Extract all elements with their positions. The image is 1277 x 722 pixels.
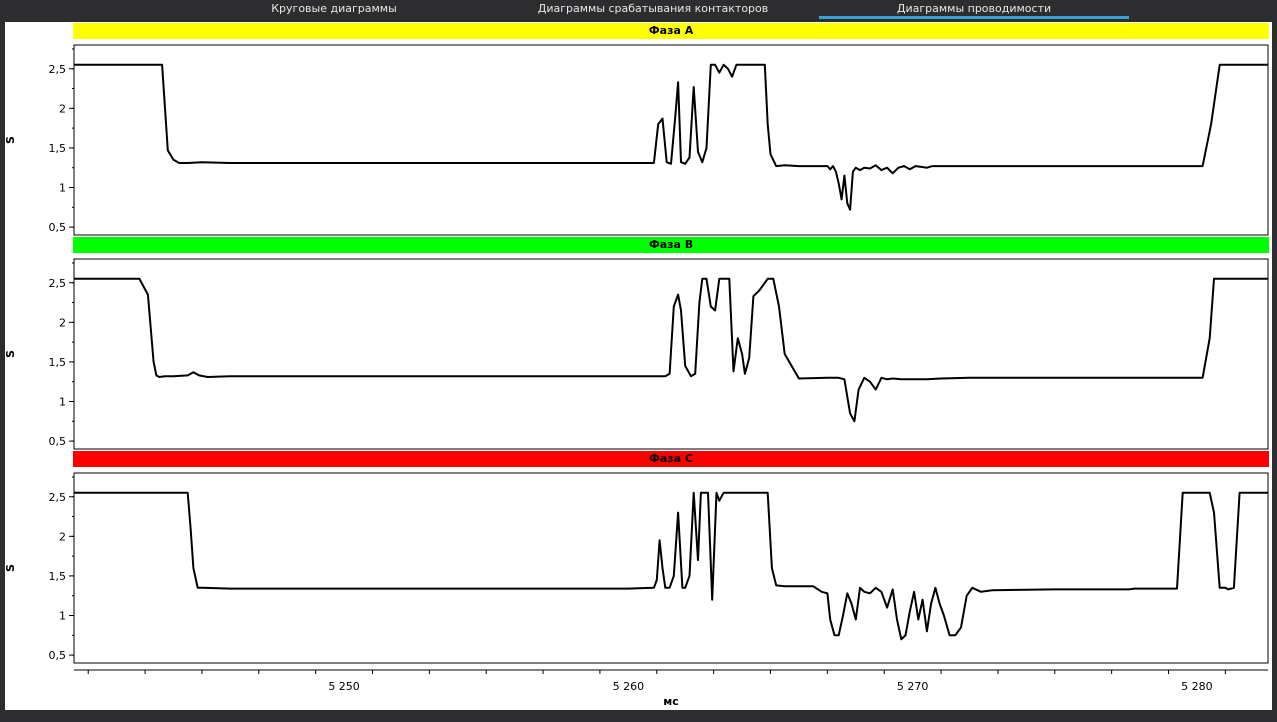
x-tick-label: 5 270 (897, 680, 929, 693)
conductivity-chart-panel: Фаза A Фаза B Фаза C 0,5 1 1,5 2 2,5 S 0,5 1 1,5… (5, 22, 1272, 710)
y-tick-label: 0,5 (49, 435, 67, 448)
x-tick-label: 5 260 (613, 680, 645, 693)
tab-conductivity-diagrams[interactable]: Диаграммы проводимости (819, 0, 1129, 19)
y-tick-label: 2,5 (49, 277, 67, 290)
tab-conductivity-label: Диаграммы проводимости (896, 2, 1052, 15)
y-tick-label: 1,5 (49, 142, 67, 155)
bottom-bar (0, 710, 1277, 722)
tab-bar: Круговые диаграммы Диаграммы срабатывани… (0, 0, 1277, 22)
conductivity-charts: 0,5 1 1,5 2 2,5 S 0,5 1 1,5 2 2,5 S 0,5 1 1,5 2 2,5 S 5 25… (5, 44, 1269, 708)
y-tick-label: 2,5 (49, 63, 67, 76)
y-tick-label: 0,5 (49, 221, 67, 234)
phase-plot: 0,5 1 1,5 2 2,5 S (5, 44, 1269, 236)
y-axis-label: S (5, 350, 17, 358)
active-tab-indicator (819, 16, 1129, 19)
y-tick-label: 1,5 (49, 570, 67, 583)
x-axis-label: мс (663, 695, 679, 708)
plot-frame (73, 472, 1269, 664)
y-axis-label: S (5, 136, 17, 144)
y-tick-label: 1 (59, 610, 66, 623)
phase-plot: 0,5 1 1,5 2 2,5 S (5, 472, 1269, 664)
x-tick-label: 5 250 (328, 680, 360, 693)
tab-contactor-diagrams[interactable]: Диаграммы срабатывания контакторов (503, 0, 803, 18)
y-tick-label: 2 (59, 316, 66, 329)
y-tick-label: 2 (59, 530, 66, 543)
phase-plot: 0,5 1 1,5 2 2,5 S (5, 258, 1269, 450)
y-tick-label: 2 (59, 102, 66, 115)
y-axis-label: S (5, 564, 17, 572)
x-tick-label: 5 280 (1181, 680, 1213, 693)
plot-frame (73, 44, 1269, 236)
y-tick-label: 1 (59, 396, 66, 409)
tab-circular-diagrams[interactable]: Круговые диаграммы (214, 0, 454, 18)
y-tick-label: 2,5 (49, 491, 67, 504)
y-tick-label: 0,5 (49, 649, 67, 662)
y-tick-label: 1,5 (49, 356, 67, 369)
y-tick-label: 1 (59, 182, 66, 195)
